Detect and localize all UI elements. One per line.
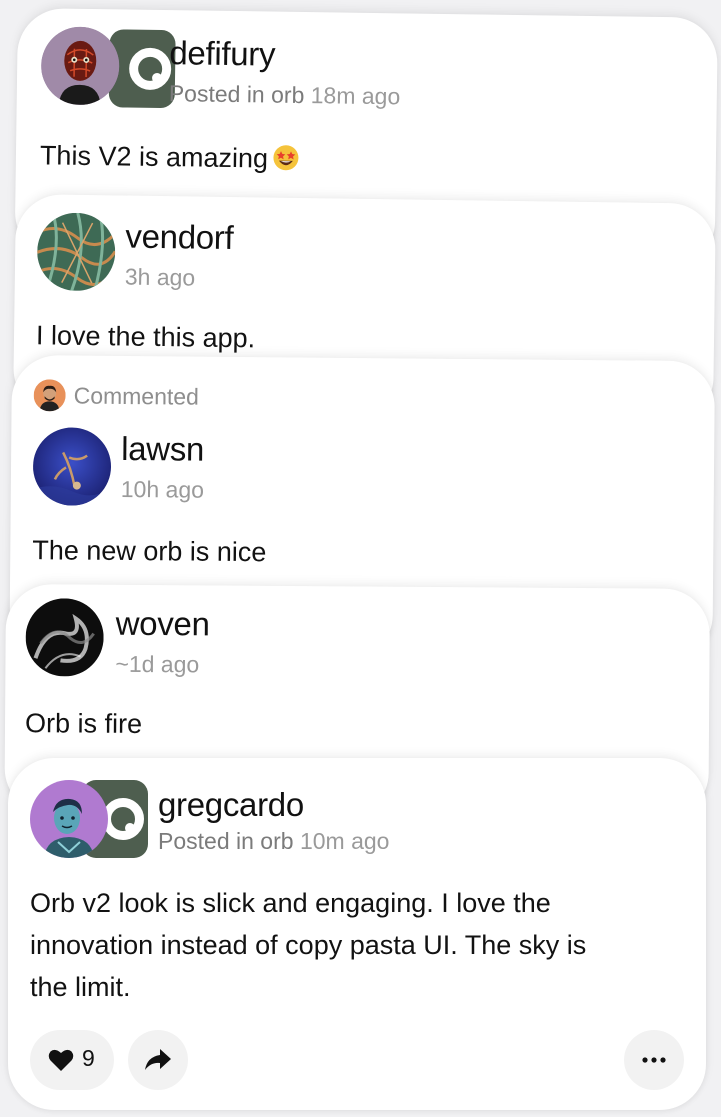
post-body-line: the limit. [30,972,131,1002]
post-body: I love the this app. [35,320,256,354]
post-meta: Posted in orb 10m ago [158,828,390,854]
commenter-avatar-icon[interactable] [33,379,66,412]
post-meta: Posted in orb 18m ago [168,80,401,110]
share-arrow-icon [145,1049,171,1070]
community-link[interactable]: orb [260,828,293,854]
post-body: Orb v2 look is slick and engaging. I lov… [30,882,586,1008]
post-time: 10m ago [299,828,390,854]
post-body: Orb is fire [24,708,143,739]
star-struck-emoji-icon [273,145,299,171]
share-button[interactable] [128,1030,188,1090]
post-body: The new orb is nice [32,535,267,568]
post-body-line: innovation instead of copy pasta UI. The… [30,930,587,960]
avatar-gregcardo-icon[interactable] [30,780,108,858]
like-count: 9 [82,1045,95,1071]
activity-label: Commented [73,382,200,410]
like-button[interactable]: 9 [30,1030,114,1090]
post-username[interactable]: woven [116,605,210,644]
post-username[interactable]: vendorf [125,218,233,258]
post-username[interactable]: lawsn [121,430,204,469]
avatar-vendorf-icon[interactable] [36,212,116,292]
post-time: 18m ago [310,82,401,110]
post-body-line: Orb v2 look is slick and engaging. I lov… [30,888,551,918]
post-username[interactable]: defifury [169,34,275,73]
post-time: 3h ago [124,263,196,291]
post-time: ~1d ago [115,650,200,678]
post-username[interactable]: gregcardo [158,786,304,824]
avatar-lawsn-icon[interactable] [32,427,112,506]
more-options-button[interactable] [624,1030,684,1090]
more-dots-icon [642,1057,666,1063]
heart-icon [48,1049,74,1071]
community-link[interactable]: orb [271,82,305,108]
post-card-gregcardo[interactable]: gregcardo Posted in orb 10m ago Orb v2 l… [8,758,706,1110]
post-time: 10h ago [120,475,205,503]
post-body: This V2 is amazing [40,134,301,180]
avatar-woven-icon[interactable] [25,598,104,677]
